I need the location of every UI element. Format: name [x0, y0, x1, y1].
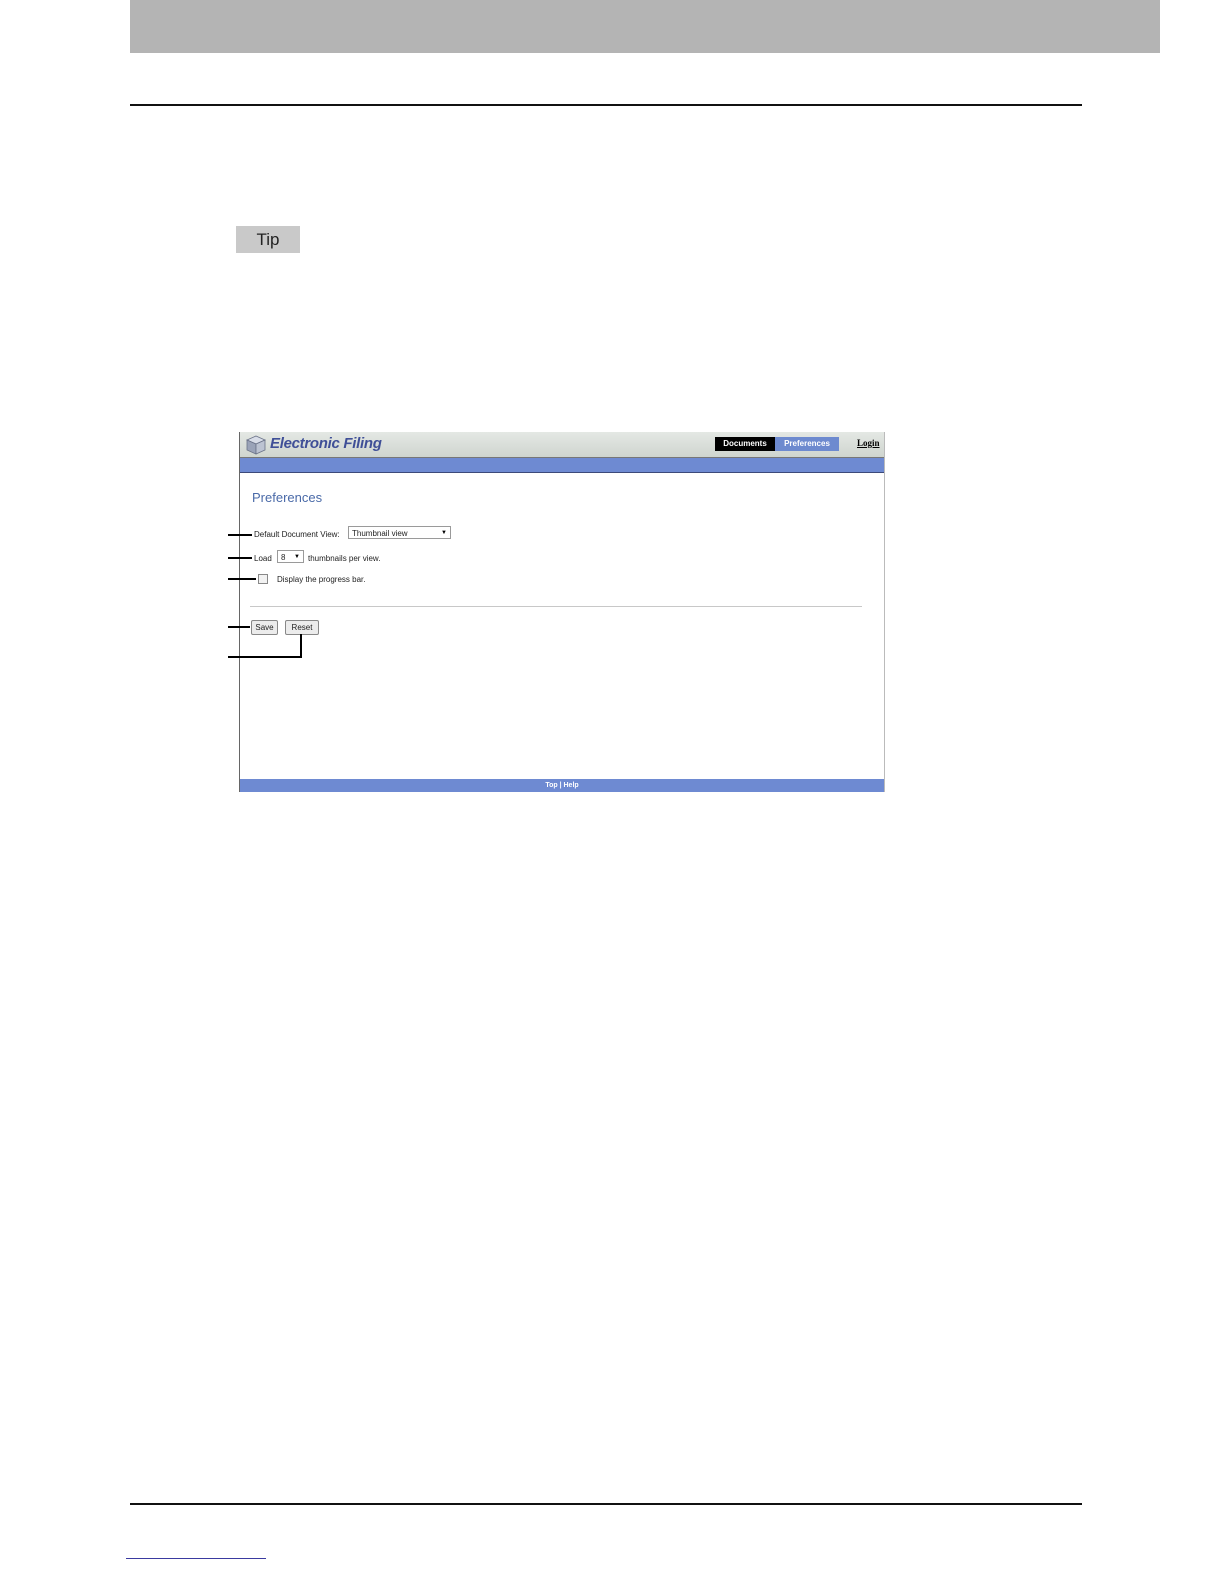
- reset-button[interactable]: Reset: [285, 620, 319, 635]
- footer-top-link[interactable]: Top: [545, 782, 557, 789]
- app-footer: Top | Help: [240, 779, 884, 792]
- tab-preferences[interactable]: Preferences: [775, 437, 839, 451]
- callout-line-4: [228, 626, 250, 628]
- nav-bar: [240, 458, 884, 473]
- chevron-down-icon: ▼: [441, 530, 447, 536]
- electronic-filing-screenshot: Electronic Filing Documents Preferences …: [239, 432, 885, 792]
- header-band: [130, 0, 1160, 53]
- thumbnails-count-select[interactable]: 8 ▼: [277, 550, 304, 563]
- page-title: Preferences: [252, 490, 323, 505]
- default-view-label: Default Document View:: [254, 530, 340, 539]
- callout-line-3: [228, 578, 256, 580]
- form-divider: [250, 606, 862, 607]
- save-button[interactable]: Save: [251, 620, 278, 635]
- callout-line-1: [228, 534, 252, 536]
- default-view-value: Thumbnail view: [352, 529, 408, 538]
- footer-help-link[interactable]: Help: [564, 782, 579, 789]
- footer-link-underline: [126, 1558, 266, 1559]
- progress-bar-checkbox[interactable]: [258, 574, 268, 584]
- load-label: Load: [254, 554, 272, 563]
- callout-line-5-vertical: [300, 634, 302, 658]
- app-title: Electronic Filing: [270, 435, 382, 452]
- callout-line-2: [228, 557, 252, 559]
- footer-rule: [130, 1503, 1082, 1505]
- chevron-down-icon: ▼: [294, 554, 300, 560]
- progress-bar-label: Display the progress bar.: [277, 575, 366, 584]
- header-rule: [130, 104, 1082, 106]
- cube-logo-icon: [246, 435, 266, 455]
- tab-documents[interactable]: Documents: [715, 437, 775, 451]
- thumbnails-per-view-label: thumbnails per view.: [308, 554, 381, 563]
- thumbnails-count-value: 8: [281, 553, 286, 562]
- callout-line-5: [228, 656, 302, 658]
- app-header: Electronic Filing Documents Preferences …: [240, 432, 884, 458]
- login-link[interactable]: Login: [857, 438, 880, 448]
- default-view-select[interactable]: Thumbnail view ▼: [348, 526, 451, 539]
- footer-separator: |: [559, 782, 562, 789]
- tip-label: Tip: [236, 226, 300, 253]
